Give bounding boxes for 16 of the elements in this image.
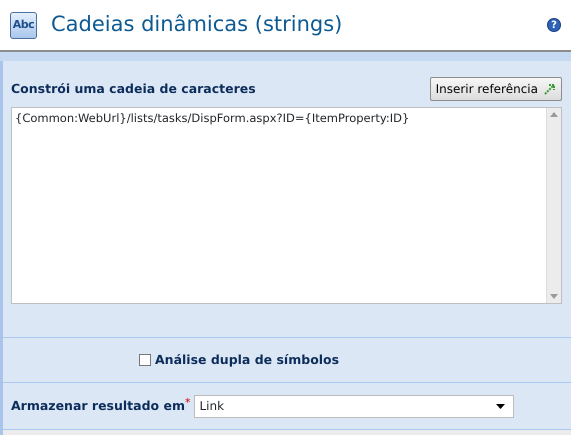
required-marker: *: [184, 395, 190, 411]
scrollbar[interactable]: [546, 108, 561, 303]
field-label: Armazenar resultado em: [11, 396, 185, 415]
checkbox-label: Análise dupla de símbolos: [155, 350, 340, 369]
scroll-down-icon[interactable]: [550, 294, 558, 299]
help-icon[interactable]: ?: [547, 18, 561, 32]
insert-reference-button[interactable]: Inserir referência: [430, 77, 562, 101]
field-label: Constrói uma cadeia de caracteres: [11, 80, 256, 98]
checkbox[interactable]: [139, 354, 151, 366]
string-text-area[interactable]: {Common:WebUrl}/lists/tasks/DispForm.aspx?ID={ItemProperty:ID}: [11, 107, 562, 304]
arrow-icon: [544, 83, 556, 95]
app-logo: Abc: [10, 12, 37, 38]
dropdown-arrow-icon: [496, 404, 506, 408]
scroll-up-icon[interactable]: [550, 112, 558, 117]
page-title: Cadeias dinâmicas (strings): [51, 11, 344, 38]
result-dropdown[interactable]: Link: [194, 394, 514, 418]
